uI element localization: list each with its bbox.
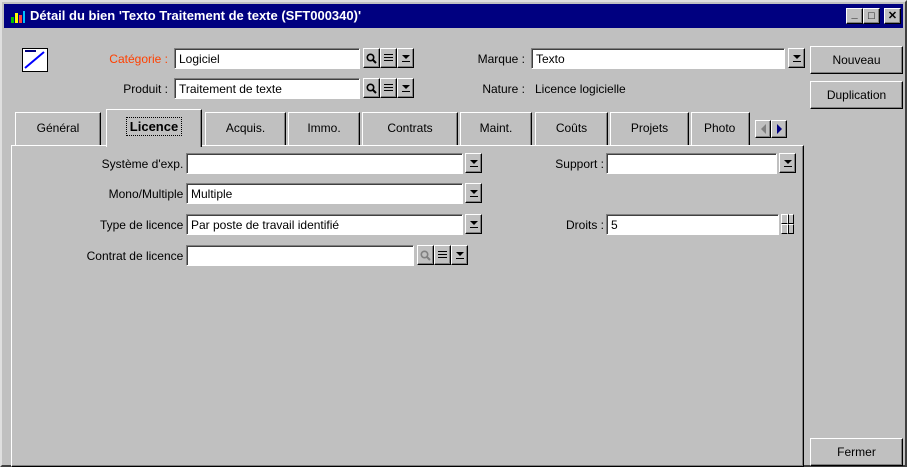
scroll-right-icon — [776, 124, 782, 134]
categorie-list-button[interactable] — [380, 48, 397, 68]
mono-dropdown-button[interactable] — [465, 183, 482, 203]
tab-projets[interactable]: Projets — [610, 112, 689, 145]
tab-general[interactable]: Général — [15, 112, 101, 145]
type-licence-label: Type de licence : — [99, 218, 190, 232]
maximize-button[interactable]: □ — [863, 8, 880, 24]
search-icon — [366, 82, 377, 94]
systeme-label: Système d'exp. : — [101, 157, 190, 171]
dropdown-icon — [469, 160, 478, 167]
dropdown-icon — [469, 190, 478, 197]
title-bar[interactable]: Détail du bien 'Texto Traitement de text… — [4, 4, 903, 28]
contrat-dropdown-button[interactable] — [451, 245, 468, 265]
window-title: Détail du bien 'Texto Traitement de text… — [30, 8, 362, 23]
tab-contrats[interactable]: Contrats — [362, 112, 458, 145]
spin-up-icon — [786, 214, 789, 224]
mono-field[interactable]: Multiple — [186, 183, 463, 204]
marque-field[interactable]: Texto — [531, 48, 785, 69]
droits-spinner[interactable] — [781, 214, 794, 235]
tab-acquis[interactable]: Acquis. — [205, 112, 286, 145]
contrat-list-button[interactable] — [434, 245, 451, 265]
minimize-button[interactable]: _ — [846, 8, 863, 24]
marque-dropdown-button[interactable] — [788, 48, 805, 68]
fermer-button[interactable]: Fermer — [810, 438, 903, 466]
close-button[interactable]: ✕ — [884, 8, 901, 24]
support-dropdown-button[interactable] — [779, 153, 796, 173]
produit-label: Produit : — [123, 82, 168, 96]
tab-licence[interactable]: Licence — [106, 109, 202, 147]
type-licence-field[interactable]: Par poste de travail identifié — [186, 214, 463, 235]
licence-panel: Système d'exp. : Mono/Multiple : Multipl… — [11, 145, 804, 467]
contrat-label: Contrat de licence : — [86, 249, 190, 263]
categorie-label: Catégorie : — [109, 52, 168, 66]
systeme-field[interactable] — [186, 153, 463, 174]
droits-label: Droits : — [565, 218, 604, 232]
produit-list-button[interactable] — [380, 78, 397, 98]
detail-window: Détail du bien 'Texto Traitement de text… — [0, 0, 907, 467]
tab-photo[interactable]: Photo — [691, 112, 750, 145]
dropdown-icon — [401, 55, 410, 62]
nature-label: Nature : — [482, 82, 525, 96]
app-icon — [11, 11, 25, 23]
minimize-icon: _ — [851, 7, 858, 20]
spin-down-icon — [786, 224, 789, 234]
list-icon — [384, 83, 393, 93]
mono-label: Mono/Multiple : — [108, 187, 190, 201]
list-icon — [438, 250, 447, 260]
tabs-scroll-right-button[interactable] — [771, 120, 787, 138]
spin-down-button[interactable] — [781, 224, 794, 234]
support-field[interactable] — [606, 153, 777, 174]
search-icon — [366, 52, 377, 64]
dropdown-icon — [401, 85, 410, 92]
tab-licence-label: Licence — [125, 117, 183, 136]
tab-maint[interactable]: Maint. — [460, 112, 532, 145]
categorie-field[interactable]: Logiciel — [174, 48, 360, 69]
dropdown-icon — [792, 55, 801, 62]
tabs-scroll-left-button[interactable] — [755, 120, 771, 138]
category-icon — [22, 48, 48, 72]
dropdown-icon — [455, 252, 464, 259]
search-icon — [420, 249, 431, 261]
close-icon: ✕ — [887, 9, 898, 22]
marque-label: Marque : — [477, 52, 525, 66]
type-licence-dropdown-button[interactable] — [465, 214, 482, 234]
dropdown-icon — [783, 160, 792, 167]
scroll-left-icon — [760, 124, 766, 134]
tab-couts[interactable]: Coûts — [535, 112, 608, 145]
nature-value: Licence logicielle — [535, 82, 626, 96]
nouveau-button[interactable]: Nouveau — [810, 46, 903, 74]
categorie-search-button[interactable] — [363, 48, 380, 68]
produit-search-button[interactable] — [363, 78, 380, 98]
tab-immo[interactable]: Immo. — [288, 112, 360, 145]
spin-up-button[interactable] — [781, 214, 794, 224]
maximize-icon: □ — [868, 9, 875, 22]
systeme-dropdown-button[interactable] — [465, 153, 482, 173]
contrat-search-button[interactable] — [417, 245, 434, 265]
list-icon — [384, 53, 393, 63]
droits-field[interactable]: 5 — [606, 214, 779, 235]
dropdown-icon — [469, 221, 478, 228]
duplication-button[interactable]: Duplication — [810, 81, 903, 109]
categorie-dropdown-button[interactable] — [397, 48, 414, 68]
produit-dropdown-button[interactable] — [397, 78, 414, 98]
contrat-field[interactable] — [186, 245, 414, 266]
produit-field[interactable]: Traitement de texte — [174, 78, 360, 99]
support-label: Support : — [555, 157, 604, 171]
